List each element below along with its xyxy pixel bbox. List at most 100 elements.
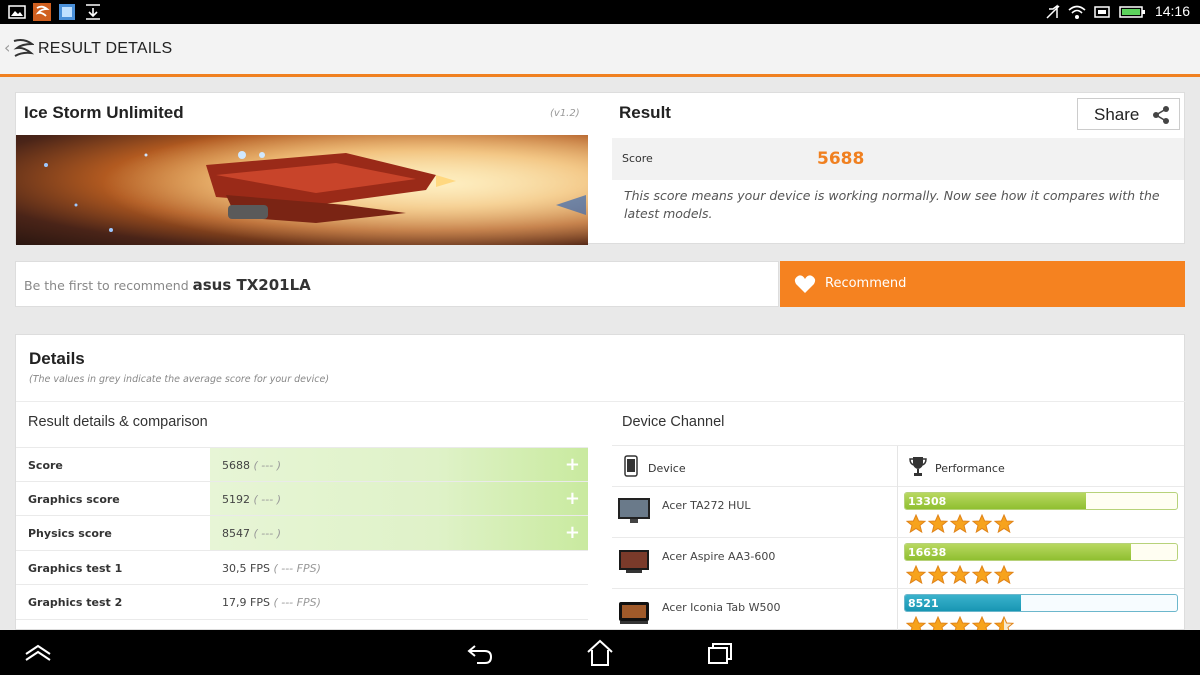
expand-plus-icon[interactable]: + bbox=[565, 456, 580, 474]
expand-plus-icon[interactable]: + bbox=[565, 524, 580, 542]
star-icon bbox=[994, 514, 1014, 534]
performance-bar: 13308 bbox=[904, 492, 1178, 510]
recommend-card: Be the first to recommend asus TX201LA bbox=[15, 261, 779, 307]
column-divider bbox=[897, 446, 898, 488]
average-text: ( --- FPS) bbox=[273, 561, 321, 575]
clock: 14:16 bbox=[1154, 3, 1190, 19]
recommend-button-label: Recommend bbox=[825, 276, 907, 291]
row-value: 5688 ( --- ) + bbox=[210, 448, 588, 481]
wifi-icon bbox=[1068, 5, 1086, 19]
score-message: This score means your device is working … bbox=[624, 188, 1160, 221]
value-text: 17,9 FPS bbox=[222, 596, 270, 609]
score-row: Score 5688 bbox=[612, 138, 1184, 180]
star-rating bbox=[906, 514, 1016, 534]
average-text: ( --- ) bbox=[253, 527, 281, 540]
details-title: Details bbox=[29, 349, 85, 368]
star-icon bbox=[928, 514, 948, 534]
average-text: ( --- ) bbox=[253, 459, 281, 472]
spaceship-banner-image bbox=[16, 135, 588, 245]
table-row: Graphics test 1 30,5 FPS ( --- FPS) bbox=[16, 551, 588, 585]
star-rating bbox=[906, 565, 1016, 585]
star-icon bbox=[906, 565, 926, 585]
screenshot-icon bbox=[59, 4, 75, 20]
score-label: Score bbox=[622, 152, 653, 165]
futuremark-logo-icon[interactable] bbox=[12, 37, 34, 59]
row-label: Graphics test 2 bbox=[28, 596, 123, 609]
score-value: 5688 bbox=[817, 149, 865, 169]
value-text: 8547 bbox=[222, 527, 250, 540]
row-value: 5192 ( --- ) + bbox=[210, 481, 588, 515]
device-name: Acer TA272 HUL bbox=[662, 499, 751, 512]
star-icon bbox=[972, 514, 992, 534]
performance-score: 8521 bbox=[908, 597, 939, 610]
row-label: Graphics test 1 bbox=[28, 561, 123, 575]
table-row[interactable]: Graphics score 5192 ( --- ) + bbox=[16, 481, 588, 516]
average-text: ( --- FPS) bbox=[273, 596, 321, 609]
star-icon bbox=[972, 565, 992, 585]
gallery-icon bbox=[8, 5, 26, 19]
star-icon bbox=[950, 514, 970, 534]
heart-icon bbox=[794, 275, 816, 293]
details-card: Details (The values in grey indicate the… bbox=[15, 334, 1186, 640]
average-text: ( --- ) bbox=[253, 492, 281, 506]
recents-icon[interactable] bbox=[705, 638, 735, 668]
device-channel-table: Device Performance Acer TA272 HUL 13308 … bbox=[612, 445, 1184, 640]
download-icon bbox=[86, 4, 100, 20]
star-icon bbox=[906, 514, 926, 534]
device-channel-header: Device Performance bbox=[612, 445, 1184, 488]
result-details-table: Score 5688 ( --- ) + Graphics score 5192… bbox=[16, 447, 588, 620]
trophy-icon bbox=[909, 457, 927, 476]
device-channel-title: Device Channel bbox=[622, 414, 725, 430]
device-thumbnail-icon bbox=[618, 498, 650, 523]
expand-plus-icon[interactable]: + bbox=[565, 489, 580, 508]
value-text: 5688 bbox=[222, 459, 250, 472]
device-name: Acer Aspire AA3-600 bbox=[662, 550, 776, 563]
main-content[interactable]: Ice Storm Unlimited (v1.2) Result Share … bbox=[0, 77, 1200, 640]
chevron-left-icon[interactable]: ‹ bbox=[4, 38, 10, 57]
table-row: Graphics test 2 17,9 FPS ( --- FPS) bbox=[16, 585, 588, 620]
benchmark-result-card: Ice Storm Unlimited (v1.2) Result Share … bbox=[15, 92, 1185, 245]
device-name: Acer Iconia Tab W500 bbox=[662, 601, 781, 614]
share-button-label: Share bbox=[1094, 105, 1140, 124]
table-row[interactable]: Physics score 8547 ( --- ) + bbox=[16, 516, 588, 551]
column-header-performance: Performance bbox=[935, 462, 1005, 475]
performance-score: 16638 bbox=[908, 546, 947, 559]
device-thumbnail-icon bbox=[619, 550, 649, 573]
share-button[interactable]: Share bbox=[1077, 98, 1180, 130]
recommend-device-name: asus TX201LA bbox=[192, 276, 311, 294]
row-label: Graphics score bbox=[28, 492, 120, 506]
recommend-button[interactable]: Recommend bbox=[780, 261, 1185, 307]
row-label: Physics score bbox=[28, 527, 112, 540]
performance-bar: 16638 bbox=[904, 543, 1178, 561]
row-label: Score bbox=[28, 459, 63, 472]
test-version: (v1.2) bbox=[550, 108, 580, 119]
column-divider bbox=[897, 538, 898, 588]
status-bar: 14:16 bbox=[0, 0, 1200, 24]
star-icon bbox=[928, 565, 948, 585]
app-icon bbox=[33, 3, 51, 21]
result-title: Result bbox=[619, 103, 671, 122]
row-value: 17,9 FPS ( --- FPS) bbox=[210, 585, 588, 619]
row-value: 30,5 FPS ( --- FPS) bbox=[210, 551, 588, 585]
spaceship-illustration bbox=[16, 135, 588, 245]
recommend-prompt-text: Be the first to recommend bbox=[24, 278, 189, 293]
home-icon[interactable] bbox=[585, 638, 615, 668]
home-up-icon[interactable] bbox=[23, 638, 53, 668]
star-icon bbox=[950, 565, 970, 585]
share-icon bbox=[1153, 106, 1169, 124]
back-icon[interactable] bbox=[465, 638, 495, 668]
device-row[interactable]: Acer TA272 HUL 13308 bbox=[612, 487, 1184, 538]
performance-score: 13308 bbox=[908, 495, 947, 508]
page-title: RESULT DETAILS bbox=[38, 40, 173, 57]
table-row[interactable]: Score 5688 ( --- ) + bbox=[16, 447, 588, 482]
device-row[interactable]: Acer Aspire AA3-600 16638 bbox=[612, 538, 1184, 589]
mute-icon bbox=[1046, 4, 1060, 19]
column-divider bbox=[897, 487, 898, 537]
column-header-device: Device bbox=[648, 462, 686, 475]
value-text: 5192 bbox=[222, 492, 250, 506]
app-bar: ‹ RESULT DETAILS bbox=[0, 24, 1200, 74]
phone-icon bbox=[624, 455, 638, 477]
value-text: 30,5 FPS bbox=[222, 561, 270, 575]
star-icon bbox=[994, 565, 1014, 585]
result-details-title: Result details & comparison bbox=[28, 414, 208, 430]
